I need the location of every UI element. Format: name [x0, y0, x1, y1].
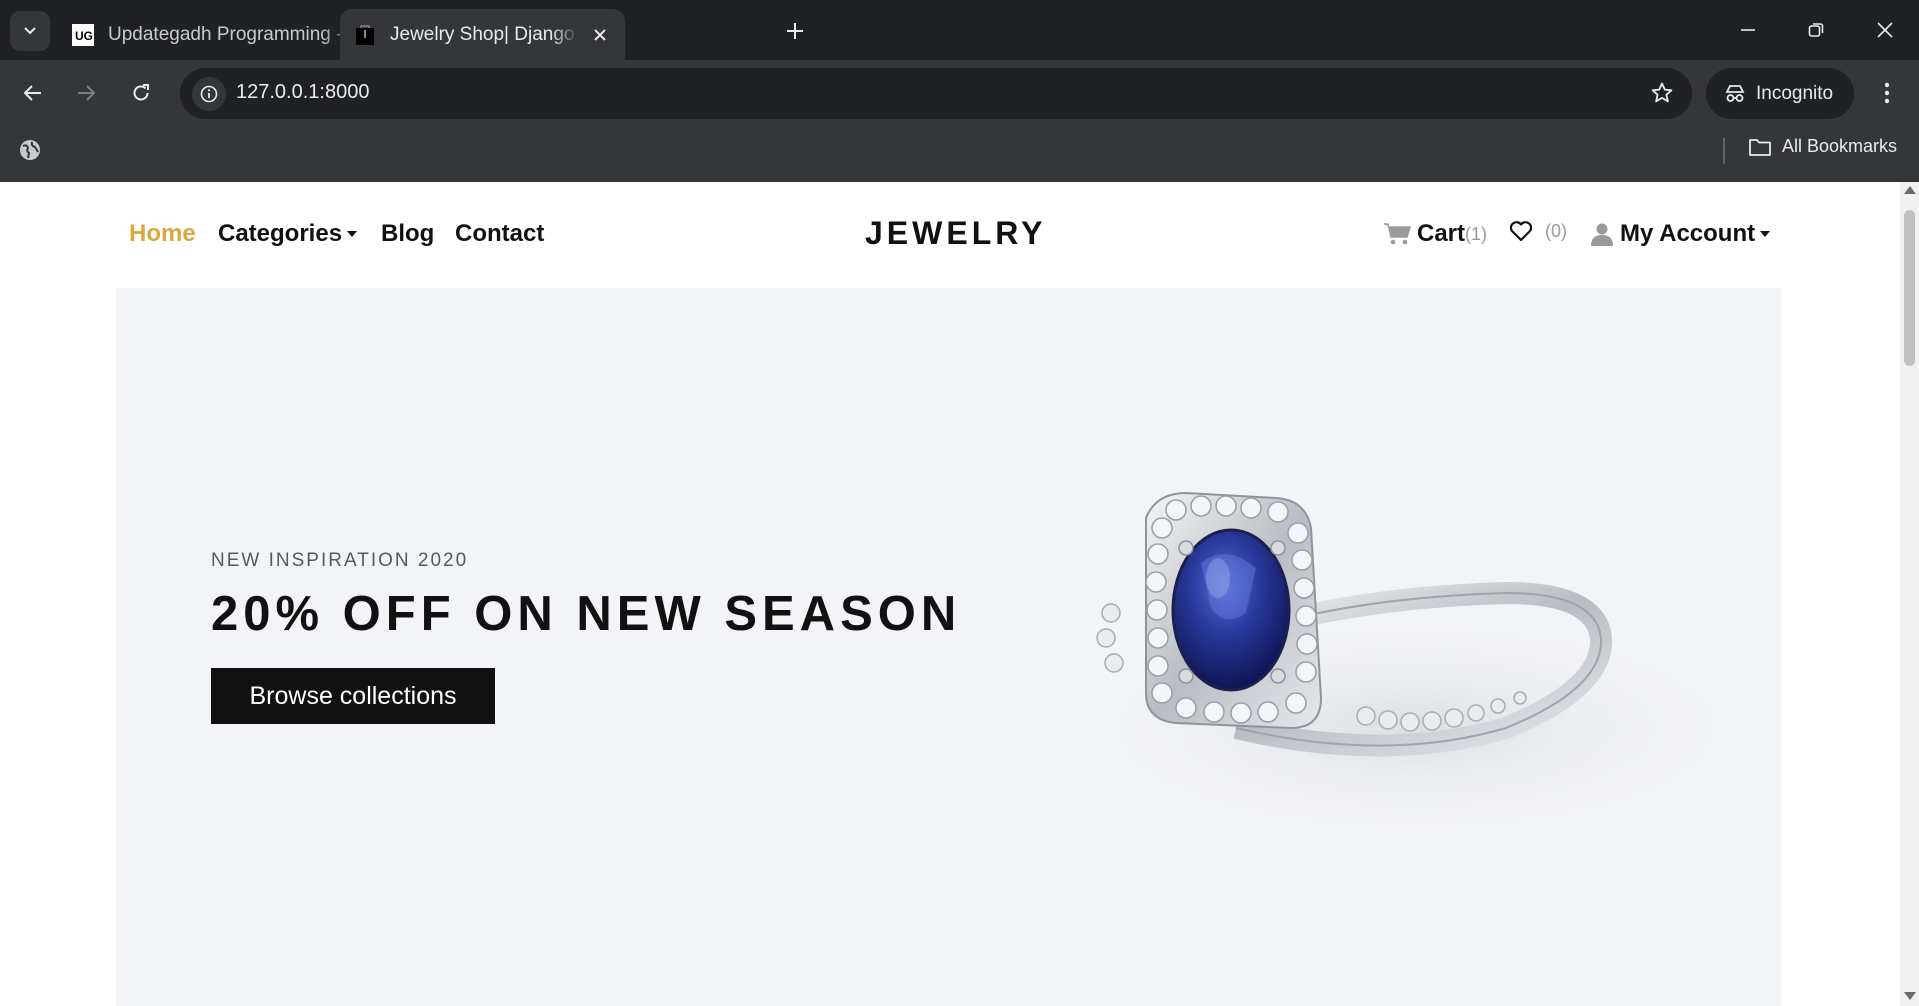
site-info-button[interactable] — [192, 77, 226, 111]
incognito-icon — [1725, 84, 1745, 102]
minimize-button[interactable] — [1725, 12, 1771, 48]
caret-down-icon — [1760, 231, 1771, 237]
caret-down-icon — [347, 231, 358, 237]
close-tab-icon[interactable] — [589, 23, 611, 47]
hero-subtitle: NEW INSPIRATION 2020 — [211, 550, 469, 571]
address-bar[interactable]: 127.0.0.1:8000 — [180, 68, 1692, 119]
web-page: Home Categories Blog Contact JEWELRY Car… — [0, 182, 1900, 1006]
reload-icon — [133, 84, 149, 101]
hero-title: 20% OFF ON NEW SEASON — [211, 587, 962, 641]
bookmark-star-icon[interactable] — [1650, 81, 1674, 110]
cart-link[interactable]: Cart (1) — [1383, 220, 1487, 248]
bookmarks-bar — [0, 127, 1919, 182]
wishlist-link[interactable]: (0) — [1509, 220, 1567, 242]
svg-text:UG: UG — [75, 29, 93, 43]
tab-search-button[interactable] — [10, 11, 50, 51]
heart-icon — [1509, 221, 1533, 242]
incognito-profile-button[interactable]: Incognito — [1706, 68, 1854, 119]
new-tab-button[interactable] — [780, 16, 810, 46]
profile-label: Incognito — [1756, 82, 1834, 104]
account-label: My Account — [1620, 220, 1756, 247]
nav-contact[interactable]: Contact — [455, 220, 544, 248]
arrow-right-icon — [78, 85, 96, 101]
brand-logo[interactable]: JEWELRY — [865, 215, 1047, 252]
scroll-up-arrow-icon[interactable] — [1904, 186, 1916, 194]
browse-collections-button[interactable]: Browse collections — [211, 668, 495, 724]
tab-title: Jewelry Shop| Django Ecommer — [390, 23, 579, 45]
browser-toolbar: 127.0.0.1:8000 Incognito — [0, 60, 1919, 127]
plus-icon — [787, 23, 803, 39]
restore-icon — [1808, 23, 1824, 37]
url-text[interactable]: 127.0.0.1:8000 — [236, 81, 369, 104]
bookmarks-separator — [1723, 138, 1725, 164]
site-header: Home Categories Blog Contact JEWELRY Car… — [0, 182, 1900, 288]
all-bookmarks-label: All Bookmarks — [1782, 136, 1898, 156]
restore-button[interactable] — [1793, 12, 1839, 48]
back-button[interactable] — [15, 75, 51, 111]
folder-icon — [1749, 138, 1771, 156]
more-vertical-icon — [1884, 82, 1890, 104]
updategadh-icon: UG — [72, 23, 94, 46]
minimize-icon — [1741, 29, 1755, 31]
account-menu[interactable]: My Account — [1590, 220, 1771, 248]
sapphire-ring-image — [1056, 491, 1766, 848]
tab-strip: UG Updategadh Programming - Up Jewelry S… — [0, 0, 1919, 60]
globe-icon[interactable] — [18, 138, 42, 167]
nav-categories-label: Categories — [218, 220, 343, 247]
cart-label: Cart — [1417, 220, 1466, 247]
shopping-bag-icon — [356, 24, 374, 45]
page-scrollbar[interactable] — [1900, 182, 1919, 1006]
close-window-button[interactable] — [1862, 12, 1908, 48]
cart-icon — [1384, 223, 1411, 245]
close-icon — [1877, 22, 1893, 38]
nav-home[interactable]: Home — [129, 220, 196, 248]
tab-title: Updategadh Programming - Up — [108, 23, 358, 45]
reload-button[interactable] — [123, 75, 159, 111]
nav-blog[interactable]: Blog — [381, 220, 434, 248]
nav-categories[interactable]: Categories — [218, 220, 358, 248]
user-icon — [1591, 223, 1613, 246]
wishlist-count: (0) — [1545, 220, 1567, 241]
info-icon — [200, 85, 218, 103]
cart-count: (1) — [1465, 223, 1488, 244]
forward-button[interactable] — [68, 75, 104, 111]
browser-menu-button[interactable] — [1872, 78, 1902, 108]
all-bookmarks-button[interactable]: All Bookmarks — [1748, 136, 1897, 157]
hero-banner: NEW INSPIRATION 2020 20% OFF ON NEW SEAS… — [116, 288, 1781, 1006]
scroll-thumb[interactable] — [1904, 210, 1915, 366]
tab-jewelry-shop[interactable]: Jewelry Shop| Django Ecommer — [340, 9, 625, 60]
chevron-down-icon — [24, 27, 36, 35]
arrow-left-icon — [23, 85, 41, 101]
scroll-down-arrow-icon[interactable] — [1904, 992, 1916, 1000]
